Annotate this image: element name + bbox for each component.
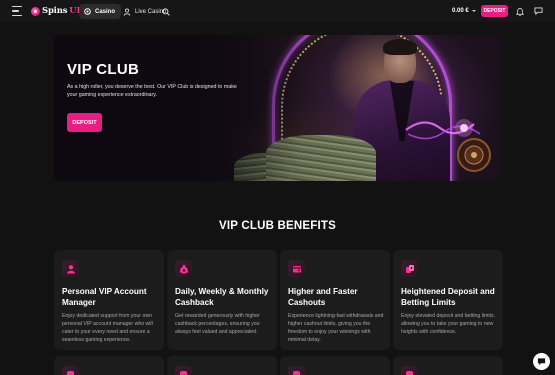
benefit-card	[167, 356, 277, 375]
chevron-down-icon	[471, 10, 476, 12]
bell-icon	[516, 7, 524, 16]
live-chat-button[interactable]	[533, 353, 550, 370]
benefit-card-title: Higher and Faster Cashouts	[288, 287, 358, 307]
money-bag-icon	[175, 260, 192, 277]
menu-icon[interactable]	[12, 6, 22, 16]
site-logo[interactable]: Spins UP	[31, 5, 83, 17]
logo-mark-icon	[31, 6, 40, 16]
nav-item-label: Casino	[95, 8, 116, 15]
benefit-card-cashouts: Higher and Faster Cashouts Experience li…	[280, 250, 390, 350]
notifications-button[interactable]	[514, 5, 526, 17]
benefit-icon	[175, 366, 192, 375]
account-manager-icon	[62, 260, 79, 277]
benefit-card-title: Heightened Deposit and Betting Limits	[401, 287, 495, 307]
benefit-card-text: Experience lightning-fast withdrawals an…	[288, 313, 384, 343]
benefit-card-account-manager: Personal VIP Account Manager Enjoy dedic…	[54, 250, 164, 350]
benefit-card-title: Personal VIP Account Manager	[62, 287, 147, 307]
benefit-card	[393, 356, 503, 375]
benefits-heading: VIP CLUB BENEFITS	[219, 220, 336, 232]
benefit-icon	[62, 366, 79, 375]
balance-dropdown[interactable]: 0.00 €	[452, 5, 476, 17]
chat-bubble-icon	[537, 358, 546, 366]
search-button[interactable]	[158, 4, 174, 19]
benefit-card-text: Get rewarded generously with higher cash…	[175, 313, 260, 335]
hero-description: As a high roller, you deserve the best. …	[67, 84, 237, 98]
benefit-icon	[288, 366, 305, 375]
top-bar: Spins UP Casino Live Casino 0.00 € DEPOSI…	[0, 0, 555, 22]
benefit-card	[54, 356, 164, 375]
benefit-card-limits: Heightened Deposit and Betting Limits En…	[393, 250, 503, 350]
betting-limits-icon	[401, 260, 418, 277]
benefit-card	[280, 356, 390, 375]
nav-item-casino[interactable]: Casino	[79, 4, 122, 19]
logo-text-spins: Spins	[42, 6, 68, 16]
benefit-card-text: Enjoy dedicated support from your own pe…	[62, 313, 153, 343]
hero-gradient-overlay	[54, 35, 502, 181]
benefit-card-title: Daily, Weekly & Monthly Cashback	[175, 287, 269, 307]
header-deposit-button[interactable]: DEPOSIT	[481, 5, 508, 17]
search-icon	[162, 7, 170, 16]
vip-hero-banner	[54, 35, 502, 181]
balance-value: 0.00 €	[452, 8, 469, 14]
casino-chip-icon	[84, 8, 91, 15]
chat-icon	[534, 7, 542, 15]
live-dealer-icon	[123, 8, 131, 16]
chat-button[interactable]	[532, 5, 544, 17]
benefit-card-text: Enjoy elevated deposit and betting limit…	[401, 313, 496, 335]
cashout-icon	[288, 260, 305, 277]
benefit-icon	[401, 366, 418, 375]
hero-title: VIP CLUB	[67, 61, 140, 78]
benefit-card-cashback: Daily, Weekly & Monthly Cashback Get rew…	[167, 250, 277, 350]
hero-deposit-button[interactable]: DEPOSIT	[67, 113, 102, 132]
